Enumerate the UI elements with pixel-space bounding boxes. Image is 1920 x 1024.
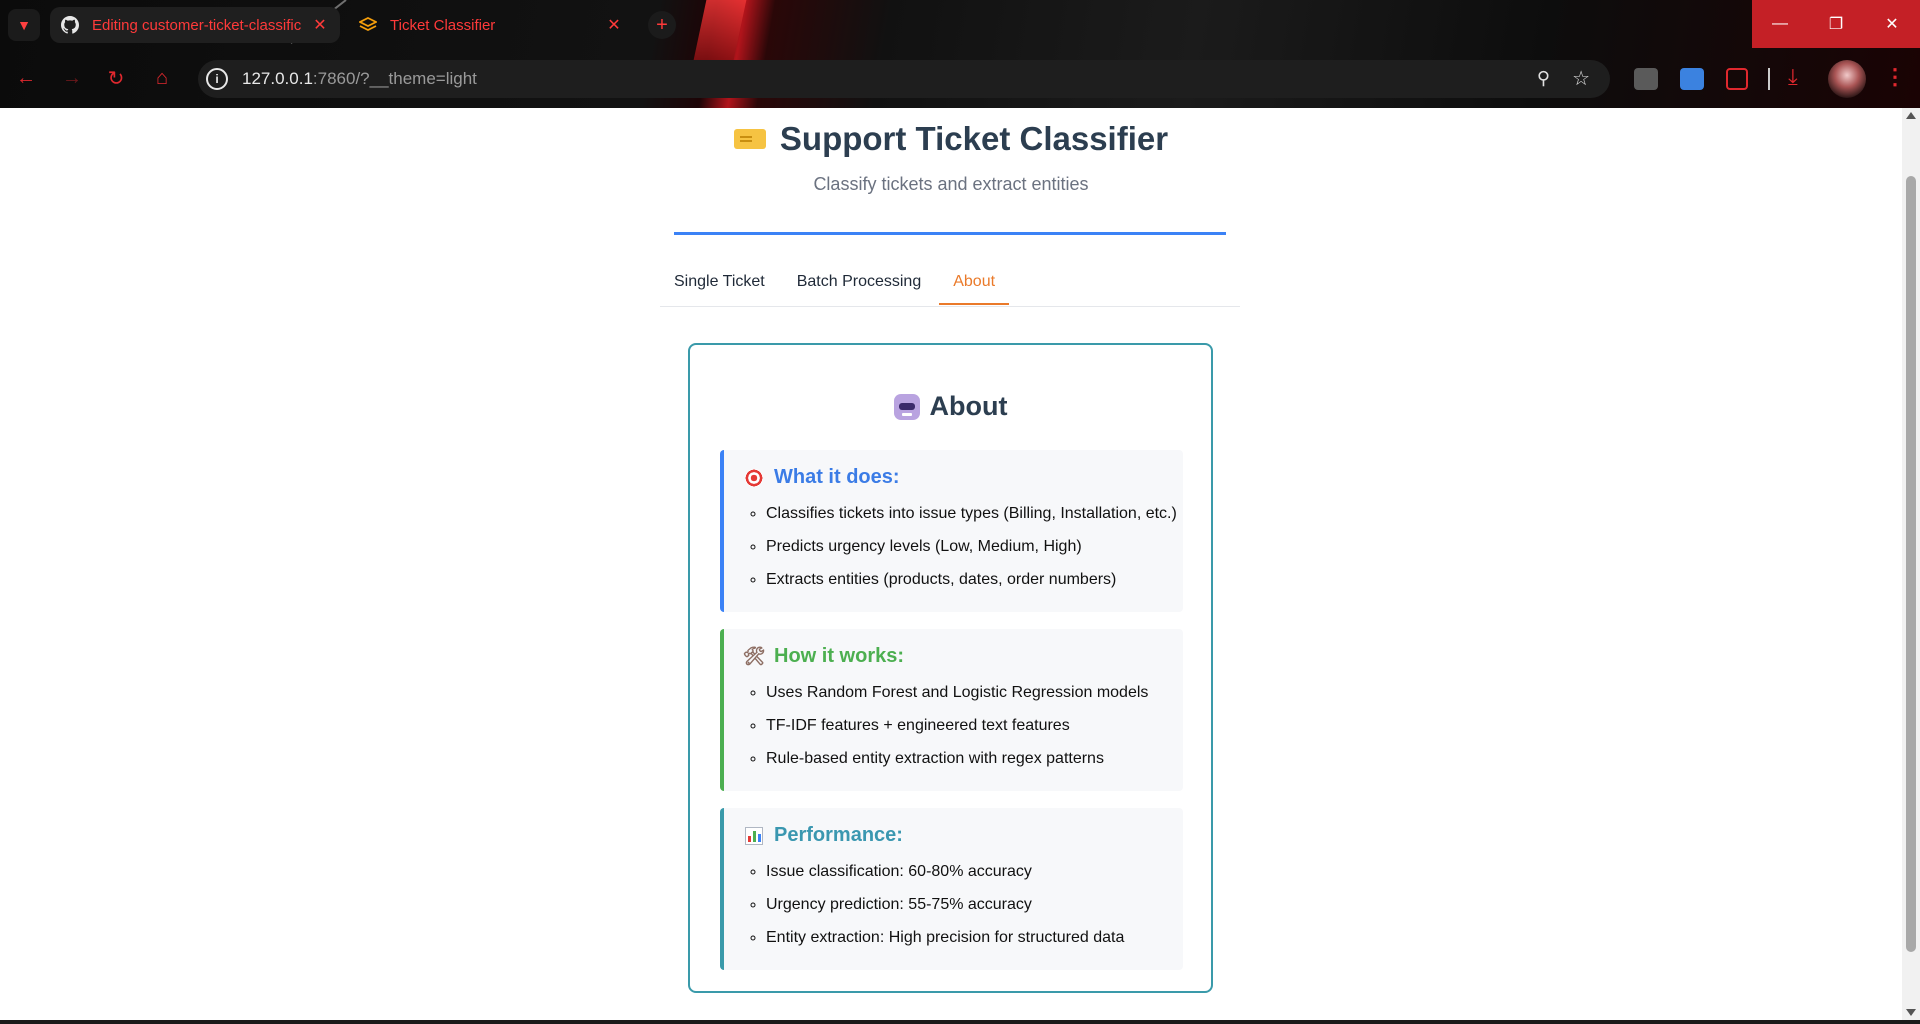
section-title: Performance: (774, 824, 903, 846)
feature-list: Classifies tickets into issue types (Bil… (744, 497, 1183, 596)
section-heading: 🛠 How it works: (742, 645, 1183, 668)
list-item: TF-IDF features + engineered text featur… (766, 709, 1183, 742)
section-performance: Performance: Issue classification: 60-80… (720, 808, 1183, 970)
scroll-down-icon[interactable] (1906, 1009, 1916, 1016)
reload-button[interactable]: ↻ (102, 64, 130, 92)
window-bottom-edge (0, 1020, 1920, 1024)
tab-bar: Single Ticket Batch Processing About (660, 266, 1240, 307)
tab-title: Editing customer-ticket-classific (92, 16, 302, 34)
new-tab-button[interactable]: + (648, 11, 676, 39)
extension-icon[interactable] (1680, 68, 1704, 90)
about-card: About What it does: Classifies tickets i… (688, 343, 1213, 993)
gradio-icon (358, 15, 378, 35)
close-tab-icon[interactable]: ✕ (604, 15, 624, 35)
page-subtitle: Classify tickets and extract entities (813, 174, 1089, 194)
extensions-puzzle-icon[interactable] (1726, 68, 1748, 90)
forward-button[interactable]: → (58, 64, 86, 92)
feature-list: Uses Random Forest and Logistic Regressi… (744, 676, 1183, 775)
profile-avatar[interactable] (1828, 60, 1866, 98)
home-button[interactable]: ⌂ (148, 64, 176, 92)
list-item: Entity extraction: High precision for st… (766, 921, 1183, 954)
scroll-up-icon[interactable] (1906, 112, 1916, 119)
tab-about[interactable]: About (939, 266, 1010, 305)
about-title: About (929, 391, 1008, 421)
github-icon (60, 15, 80, 35)
list-item: Classifies tickets into issue types (Bil… (766, 497, 1183, 530)
extension-icon[interactable] (1634, 68, 1658, 90)
back-button[interactable]: ← (12, 64, 40, 92)
section-how-it-works: 🛠 How it works: Uses Random Forest and L… (720, 629, 1183, 791)
page-scrollbar[interactable] (1902, 108, 1920, 1020)
list-item: Issue classification: 60-80% accuracy (766, 855, 1183, 888)
target-icon (744, 468, 764, 488)
tab-ticket-classifier[interactable]: Ticket Classifier ✕ (348, 7, 634, 43)
browser-menu-icon[interactable]: ⋮ (1884, 64, 1906, 90)
section-heading: Performance: (744, 824, 1183, 847)
section-heading: What it does: (744, 466, 1183, 489)
bookmark-star-icon[interactable]: ☆ (1572, 66, 1590, 91)
list-item: Uses Random Forest and Logistic Regressi… (766, 676, 1183, 709)
list-item: Predicts urgency levels (Low, Medium, Hi… (766, 530, 1183, 563)
feature-list: Issue classification: 60-80% accuracy Ur… (744, 855, 1183, 954)
app-header: Support Ticket Classifier (0, 120, 1902, 158)
tab-github-editing[interactable]: Editing customer-ticket-classific ✕ (50, 7, 340, 43)
tab-search-button[interactable]: ▼ (8, 9, 40, 41)
browser-chrome: ▼ Editing customer-ticket-classific ✕ Ti… (0, 0, 1920, 108)
ticket-icon (733, 129, 766, 149)
section-title: What it does: (774, 466, 900, 488)
minimize-button[interactable]: — (1752, 0, 1808, 48)
download-icon[interactable]: ⤓ (1788, 64, 1798, 90)
tab-batch-processing[interactable]: Batch Processing (783, 266, 936, 305)
section-title: How it works: (774, 645, 905, 667)
robot-icon (893, 393, 920, 420)
close-window-button[interactable]: ✕ (1864, 0, 1920, 48)
page-title: Support Ticket Classifier (779, 120, 1169, 157)
section-what-it-does: What it does: Classifies tickets into is… (720, 450, 1183, 612)
url-text[interactable]: 127.0.0.1:7860/?__theme=light (242, 69, 477, 89)
tab-title: Ticket Classifier (390, 16, 496, 34)
list-item: Extracts entities (products, dates, orde… (766, 563, 1183, 596)
site-info-icon[interactable]: i (206, 68, 228, 90)
header-divider (674, 232, 1226, 235)
list-item: Rule-based entity extraction with regex … (766, 742, 1183, 775)
tools-icon: 🛠 (742, 646, 766, 666)
scrollbar-thumb[interactable] (1906, 176, 1916, 952)
about-heading: About (690, 391, 1211, 422)
url-host: 127.0.0.1 (242, 69, 313, 88)
close-tab-icon[interactable]: ✕ (310, 15, 330, 35)
page-content: Support Ticket Classifier Classify ticke… (0, 108, 1902, 1020)
tab-single-ticket[interactable]: Single Ticket (660, 266, 779, 305)
chevron-down-icon: ▼ (17, 17, 31, 33)
address-bar[interactable]: i 127.0.0.1:7860/?__theme=light ⚲ ☆ (198, 60, 1610, 98)
restore-button[interactable]: ❐ (1808, 0, 1864, 48)
url-path: :7860/?__theme=light (312, 69, 477, 88)
bar-chart-icon (744, 826, 764, 846)
zoom-icon[interactable]: ⚲ (1537, 68, 1550, 89)
list-item: Urgency prediction: 55-75% accuracy (766, 888, 1183, 921)
toolbar-divider (1768, 68, 1770, 90)
